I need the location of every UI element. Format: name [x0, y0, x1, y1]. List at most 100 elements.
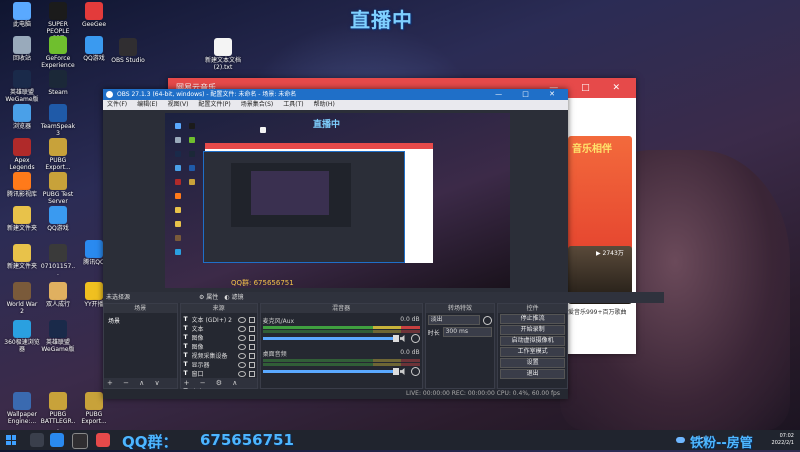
taskbar-browser-icon[interactable]: [50, 433, 64, 447]
no-source-label: 未选择源: [106, 294, 131, 301]
desktop-icon[interactable]: QQ游戏: [76, 36, 112, 62]
lock-icon[interactable]: [248, 334, 255, 341]
source-row[interactable]: T文本: [183, 324, 255, 333]
desktop-icon-label: 回收站: [12, 55, 31, 62]
windows-start-icon[interactable]: [6, 435, 16, 445]
desktop-icon[interactable]: 浏览器: [4, 104, 40, 130]
desktop-icon[interactable]: 腾讯影视库: [4, 172, 40, 198]
desktop-icon[interactable]: GeForce Experience: [40, 36, 76, 69]
volume-slider[interactable]: [262, 335, 399, 342]
desktop-icon-label: 浏览器: [12, 123, 31, 130]
desktop-icon[interactable]: TeamSpeak 3: [40, 104, 76, 137]
mixer-gear-icon[interactable]: [410, 367, 420, 376]
volume-meter: [262, 363, 420, 366]
desktop-icon[interactable]: OBS Studio: [110, 38, 146, 64]
desktop-icon[interactable]: PUBG BATTLEGR...: [40, 392, 76, 432]
source-type-icon: T: [183, 343, 188, 350]
desktop-icon[interactable]: QQ游戏: [40, 206, 76, 232]
control-button[interactable]: 启动虚拟摄像机: [500, 336, 565, 346]
desktop-icon[interactable]: 英雄联盟 WeGame版: [4, 70, 40, 103]
obs-window-controls[interactable]: — □ ✕: [495, 89, 564, 100]
desktop-icon[interactable]: 英雄联盟 WeGame版: [40, 320, 76, 353]
preview-desktop-icon: [175, 165, 181, 171]
obs-preview[interactable]: 直播中 QQ群: 675656751: [165, 113, 510, 288]
desktop-icon[interactable]: PUBG Export...: [40, 138, 76, 171]
desktop-icon[interactable]: 新建文件夹: [4, 206, 40, 232]
desktop-icon[interactable]: World War 2: [4, 282, 40, 315]
obs-menu-item[interactable]: 工具(T): [283, 100, 303, 110]
source-row[interactable]: T 窗口: [183, 369, 255, 378]
source-row[interactable]: T 图像: [183, 333, 255, 342]
control-button[interactable]: 工作室模式: [500, 347, 565, 357]
speaker-icon[interactable]: [399, 335, 405, 342]
properties-tab[interactable]: ⚙ 属性: [199, 292, 218, 303]
visibility-eye-icon[interactable]: [237, 361, 246, 368]
lock-icon[interactable]: [248, 352, 255, 359]
lock-icon[interactable]: [248, 343, 255, 350]
transition-type-select[interactable]: 淡出: [427, 315, 481, 325]
desktop-icon-label: GeForce Experience: [41, 55, 75, 69]
scene-item[interactable]: 场景: [106, 315, 175, 326]
desktop-icon[interactable]: 07101157...: [40, 244, 76, 277]
source-type-icon: T: [183, 370, 188, 377]
taskbar-obs-icon[interactable]: [72, 433, 88, 449]
speaker-icon[interactable]: [399, 368, 405, 375]
desktop-icon[interactable]: 新建文本文档 (2).txt: [205, 38, 241, 71]
control-button[interactable]: 停止推流: [500, 314, 565, 324]
sources-dock-toolbar[interactable]: + − ⚙ ∧ ∨: [180, 378, 257, 397]
preview-desktop-icon: [175, 137, 181, 143]
transition-duration-input[interactable]: 300 ms: [442, 327, 493, 337]
source-row[interactable]: T 显示器: [183, 360, 255, 369]
desktop-icon[interactable]: 双人成行: [40, 282, 76, 308]
desktop-icon[interactable]: 新建文件夹: [4, 244, 40, 270]
obs-menu-item[interactable]: 配置文件(P): [198, 100, 230, 110]
lock-icon[interactable]: [248, 316, 255, 323]
scenes-dock-toolbar[interactable]: + − ∧ ∨: [104, 378, 177, 388]
preview-desktop-icon: [175, 123, 181, 129]
desktop-icon[interactable]: 回收站: [4, 36, 40, 62]
desktop-icon-label: 腾讯影视库: [6, 191, 37, 198]
visibility-eye-icon[interactable]: [237, 343, 246, 350]
visibility-eye-icon[interactable]: [237, 325, 246, 332]
transition-settings-gear-icon[interactable]: [483, 315, 493, 325]
desktop-icon[interactable]: 360极速浏览器: [4, 320, 40, 353]
visibility-eye-icon[interactable]: [237, 352, 246, 359]
desktop-icon[interactable]: Steam: [40, 70, 76, 96]
obs-window[interactable]: OBS 27.1.3 (64-bit, windows) - 配置文件: 未命名…: [103, 89, 664, 399]
mixer-gear-icon[interactable]: [410, 334, 420, 343]
obs-logo-icon: [106, 91, 113, 98]
volume-meter: [262, 359, 420, 362]
visibility-eye-icon[interactable]: [237, 334, 246, 341]
taskbar-music-icon[interactable]: [96, 433, 110, 447]
obs-menu-item[interactable]: 帮助(H): [314, 100, 335, 110]
visibility-eye-icon[interactable]: [237, 370, 246, 377]
obs-menu-item[interactable]: 编辑(E): [137, 100, 157, 110]
app-icon: [214, 38, 232, 56]
weather-icon: [675, 437, 685, 443]
app-icon: [49, 206, 67, 224]
control-button[interactable]: 开始录制: [500, 325, 565, 335]
obs-menu-item[interactable]: 视图(V): [168, 100, 189, 110]
volume-slider[interactable]: [262, 368, 399, 375]
lock-icon[interactable]: [248, 370, 255, 377]
obs-menu-item[interactable]: 场景集合(S): [241, 100, 274, 110]
desktop-icon[interactable]: GeeGee: [76, 2, 112, 28]
lock-icon[interactable]: [248, 361, 255, 368]
desktop-icon[interactable]: Apex Legends: [4, 138, 40, 171]
visibility-eye-icon[interactable]: [237, 316, 246, 323]
control-button[interactable]: 设置: [500, 358, 565, 368]
filters-tab[interactable]: ◐ 滤镜: [224, 292, 243, 303]
search-icon[interactable]: [30, 433, 44, 447]
lock-icon[interactable]: [248, 325, 255, 332]
desktop-icon[interactable]: 此电脑: [4, 2, 40, 28]
source-row[interactable]: T 文本 (GDI+) 2: [183, 315, 255, 324]
desktop-icon[interactable]: PUBG Test Server: [40, 172, 76, 205]
control-button[interactable]: 退出: [500, 369, 565, 379]
obs-menu-item[interactable]: 文件(F): [107, 100, 127, 110]
preview-desktop-icon: [175, 207, 181, 213]
source-row[interactable]: T 视频采集设备: [183, 351, 255, 360]
clock[interactable]: 07:02 2022/2/1: [772, 433, 794, 447]
desktop-icon[interactable]: Wallpaper Engine:...: [4, 392, 40, 425]
volume-meter: [262, 326, 420, 329]
source-row[interactable]: T 图像: [183, 342, 255, 351]
